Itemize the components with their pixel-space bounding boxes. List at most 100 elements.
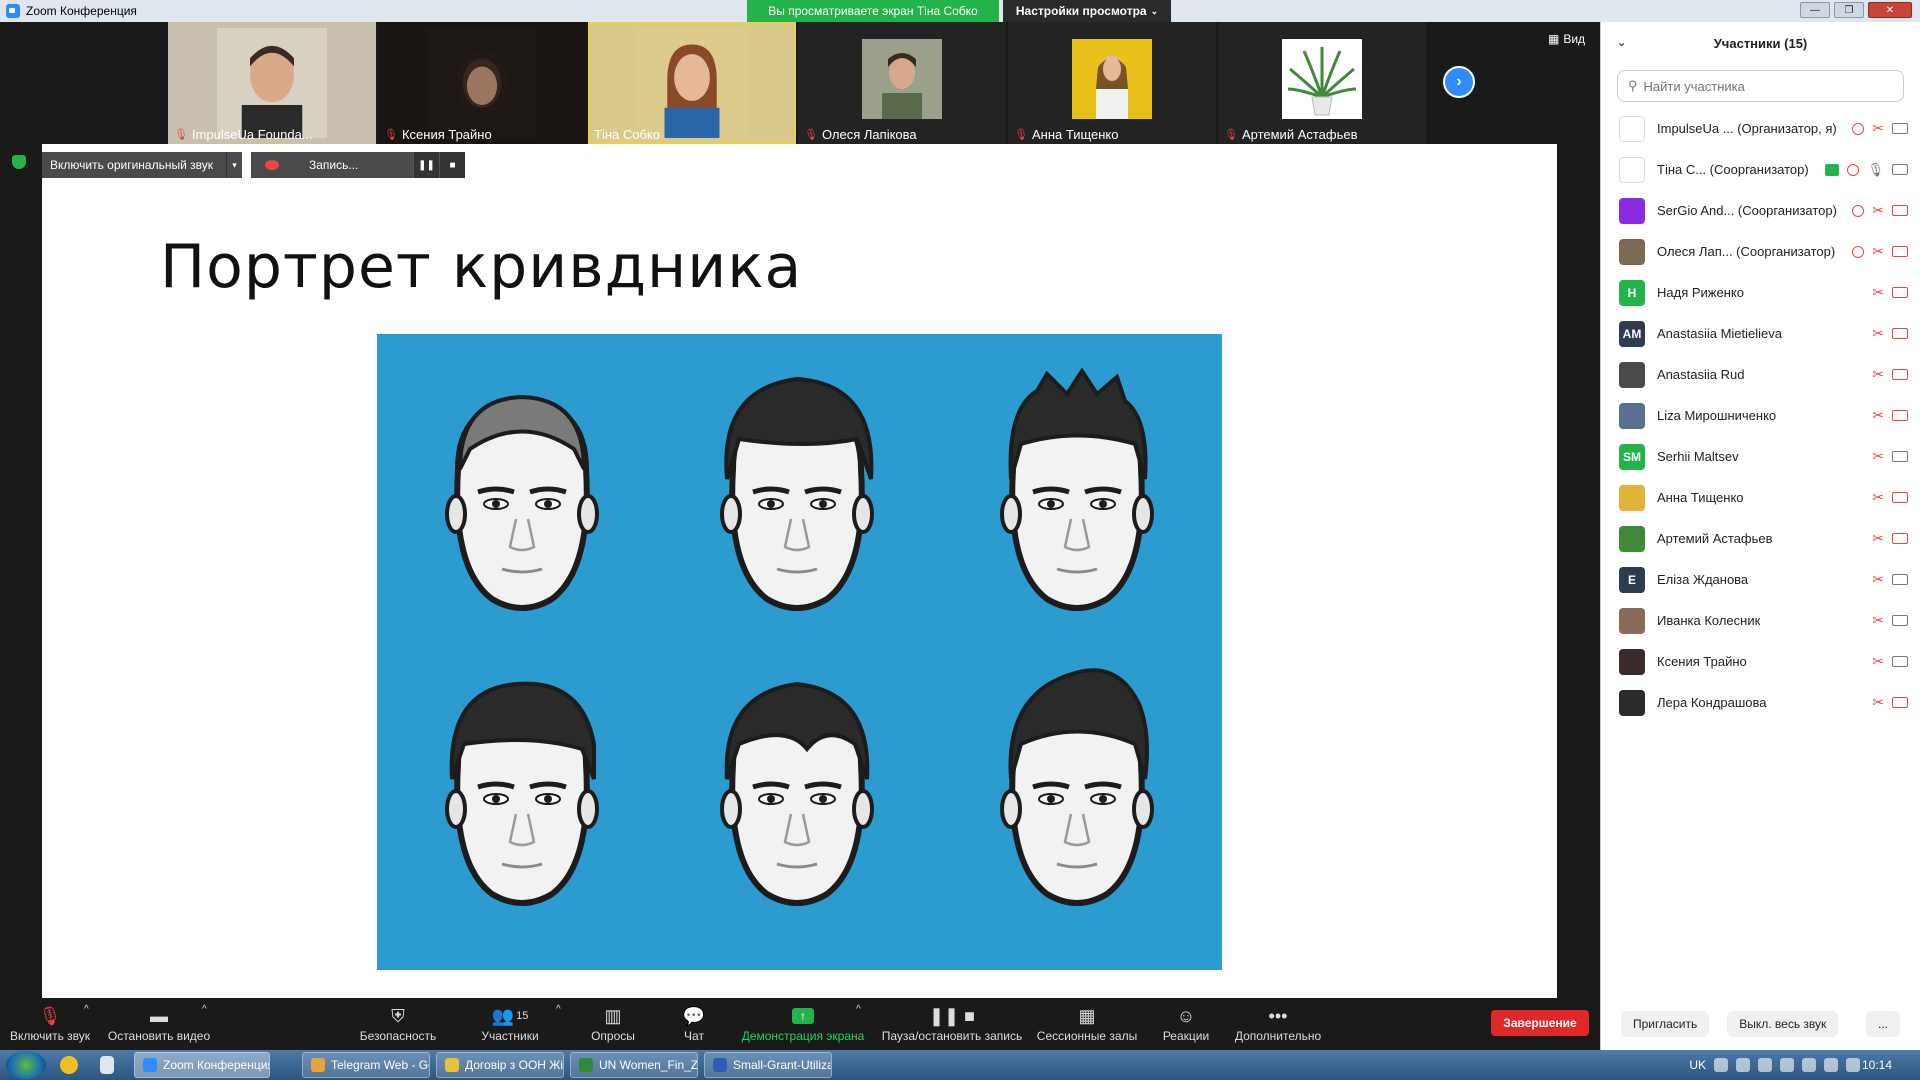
file-explorer-icon[interactable] <box>100 1056 114 1074</box>
chat-button[interactable]: 💬 Чат <box>670 998 718 1050</box>
participant-row[interactable]: Артемий Астафьев ✂ <box>1601 518 1920 559</box>
participant-row[interactable]: Анна Тищенко ✂ <box>1601 477 1920 518</box>
camera-icon[interactable] <box>1892 451 1908 462</box>
stop-video-button[interactable]: ▬ Остановить видео <box>104 998 214 1050</box>
restore-button[interactable]: ❐ <box>1834 2 1864 18</box>
camera-off-icon[interactable] <box>1892 410 1908 421</box>
participants-button[interactable]: 👥 15 Участники <box>470 998 550 1050</box>
participant-row[interactable]: SM Serhii Maltsev ✂ <box>1601 436 1920 477</box>
taskbar-task[interactable]: UN Women_Fin_Zvit... <box>570 1052 698 1078</box>
camera-icon[interactable] <box>1892 574 1908 585</box>
original-sound-button[interactable]: Включить оригинальный звук ▾ <box>42 152 242 178</box>
view-settings-dropdown[interactable]: Настройки просмотра ⌄ <box>1003 0 1171 22</box>
view-button[interactable]: ▦ Вид <box>1548 32 1585 46</box>
mic-muted-icon[interactable]: ✂ <box>1872 284 1884 301</box>
reactions-button[interactable]: ☺ Реакции <box>1156 998 1216 1050</box>
thumbnail-participant[interactable]: Тіна Собко <box>588 22 796 144</box>
camera-off-icon[interactable] <box>1892 287 1908 298</box>
camera-icon[interactable] <box>1892 123 1908 134</box>
taskbar-task[interactable]: Small-Grant-Utilizati... <box>704 1052 832 1078</box>
participant-row[interactable]: Тіна С... (Соорганизатор) 🎙 <box>1601 149 1920 190</box>
end-meeting-button[interactable]: Завершение <box>1491 1010 1589 1036</box>
mic-muted-icon[interactable]: ✂ <box>1872 530 1884 547</box>
network-icon[interactable] <box>1802 1058 1816 1072</box>
camera-icon[interactable] <box>1892 164 1908 175</box>
camera-off-icon[interactable] <box>1892 205 1908 216</box>
camera-off-icon[interactable] <box>1892 492 1908 503</box>
breakout-rooms-button[interactable]: ▦ Сессионные залы <box>1034 998 1140 1050</box>
mic-muted-icon[interactable]: ✂ <box>1872 366 1884 383</box>
polls-button[interactable]: ▥ Опросы <box>580 998 646 1050</box>
volume-icon[interactable] <box>1824 1058 1838 1072</box>
taskbar-task[interactable]: Telegram Web - Goo... <box>302 1052 430 1078</box>
thumbnail-participant[interactable]: 🎙 Артемий Астафьев <box>1218 22 1426 144</box>
participant-row[interactable]: H Надя Риженко ✂ <box>1601 272 1920 313</box>
start-button[interactable] <box>6 1051 46 1079</box>
mic-muted-icon[interactable]: ✂ <box>1872 694 1884 711</box>
participant-row[interactable]: Anastasiia Rud ✂ <box>1601 354 1920 395</box>
mic-muted-icon[interactable]: ✂ <box>1872 120 1884 137</box>
camera-icon[interactable] <box>1892 656 1908 667</box>
language-indicator[interactable]: UK <box>1689 1058 1706 1072</box>
participant-row[interactable]: AM Anastasiia Mietielieva ✂ <box>1601 313 1920 354</box>
camera-icon[interactable] <box>1892 615 1908 626</box>
audio-options-chevron[interactable]: ^ <box>84 1004 89 1015</box>
chevron-down-icon[interactable]: ⌄ <box>1617 36 1626 49</box>
participant-row[interactable]: E Еліза Жданова ✂ <box>1601 559 1920 600</box>
mic-muted-icon[interactable]: ✂ <box>1872 202 1884 219</box>
participant-row[interactable]: Лера Кондрашова ✂ <box>1601 682 1920 723</box>
invite-button[interactable]: Пригласить <box>1621 1011 1710 1037</box>
thumbnail-participant[interactable]: 🎙 Ксения Трайно <box>378 22 586 144</box>
participant-row[interactable]: ImpulseUa ... (Организатор, я) ✂ <box>1601 108 1920 149</box>
camera-off-icon[interactable] <box>1892 533 1908 544</box>
mic-muted-icon[interactable]: ✂ <box>1872 653 1884 670</box>
share-screen-button[interactable]: ↑ Демонстрация экрана <box>736 998 870 1050</box>
cloud-icon[interactable] <box>1780 1058 1794 1072</box>
pause-record-button[interactable]: ❚❚ ■ Пауза/остановить запись <box>880 998 1024 1050</box>
mic-muted-icon[interactable]: ✂ <box>1872 448 1884 465</box>
mute-all-button[interactable]: Выкл. весь звук <box>1727 1011 1839 1037</box>
camera-off-icon[interactable] <box>1892 697 1908 708</box>
chevron-down-icon[interactable]: ▾ <box>226 152 242 178</box>
mic-muted-icon[interactable]: ✂ <box>1872 325 1884 342</box>
camera-off-icon[interactable] <box>1892 369 1908 380</box>
signal-icon[interactable] <box>1846 1058 1860 1072</box>
unmute-button[interactable]: 🎙 Включить звук <box>8 998 92 1050</box>
camera-off-icon[interactable] <box>1892 328 1908 339</box>
mic-muted-icon[interactable]: ✂ <box>1872 407 1884 424</box>
participants-options-chevron[interactable]: ^ <box>556 1004 561 1015</box>
taskbar-task[interactable]: Договір з ООН Жінки <box>436 1052 564 1078</box>
more-button[interactable]: ••• Дополнительно <box>1226 998 1330 1050</box>
thumbnail-participant[interactable]: 🎙 Олеся Лапікова <box>798 22 1006 144</box>
video-options-chevron[interactable]: ^ <box>202 1004 207 1015</box>
taskbar-task[interactable]: Zoom Конференция <box>134 1052 270 1078</box>
more-options-button[interactable]: ... <box>1865 1011 1900 1037</box>
usb-icon[interactable] <box>1736 1058 1750 1072</box>
participant-search[interactable]: ⚲ <box>1617 70 1904 102</box>
thumbnail-participant[interactable]: 🎙 ImpulseUa Founda... <box>168 22 376 144</box>
participant-row[interactable]: Ксения Трайно ✂ <box>1601 641 1920 682</box>
next-page-button[interactable]: › <box>1443 66 1475 98</box>
bluetooth-icon[interactable] <box>1714 1058 1728 1072</box>
minimize-button[interactable]: — <box>1800 2 1830 18</box>
zoom-tray-icon[interactable] <box>1758 1058 1772 1072</box>
mic-muted-icon[interactable]: ✂ <box>1872 489 1884 506</box>
participant-row[interactable]: SerGio And... (Соорганизатор) ✂ <box>1601 190 1920 231</box>
share-options-chevron[interactable]: ^ <box>856 1004 861 1015</box>
participant-row[interactable]: Олеся Лап... (Соорганизатор) ✂ <box>1601 231 1920 272</box>
mic-muted-icon[interactable]: ✂ <box>1872 612 1884 629</box>
clock[interactable]: 10:14 <box>1862 1058 1892 1072</box>
mic-muted-icon[interactable]: ✂ <box>1872 571 1884 588</box>
pause-recording-button[interactable]: ❚❚ <box>413 152 439 178</box>
participant-row[interactable]: Liza Мирошниченко ✂ <box>1601 395 1920 436</box>
norton-icon[interactable] <box>60 1056 78 1074</box>
security-button[interactable]: ⛨ Безопасность <box>350 998 446 1050</box>
stop-recording-button[interactable]: ■ <box>439 152 465 178</box>
thumbnail-participant[interactable]: 🎙 Анна Тищенко <box>1008 22 1216 144</box>
search-input[interactable] <box>1643 78 1874 94</box>
mic-icon[interactable]: 🎙 <box>1867 162 1884 178</box>
camera-off-icon[interactable] <box>1892 246 1908 257</box>
participant-row[interactable]: Иванка Колесник ✂ <box>1601 600 1920 641</box>
close-button[interactable]: ✕ <box>1868 2 1912 18</box>
mic-muted-icon[interactable]: ✂ <box>1872 243 1884 260</box>
